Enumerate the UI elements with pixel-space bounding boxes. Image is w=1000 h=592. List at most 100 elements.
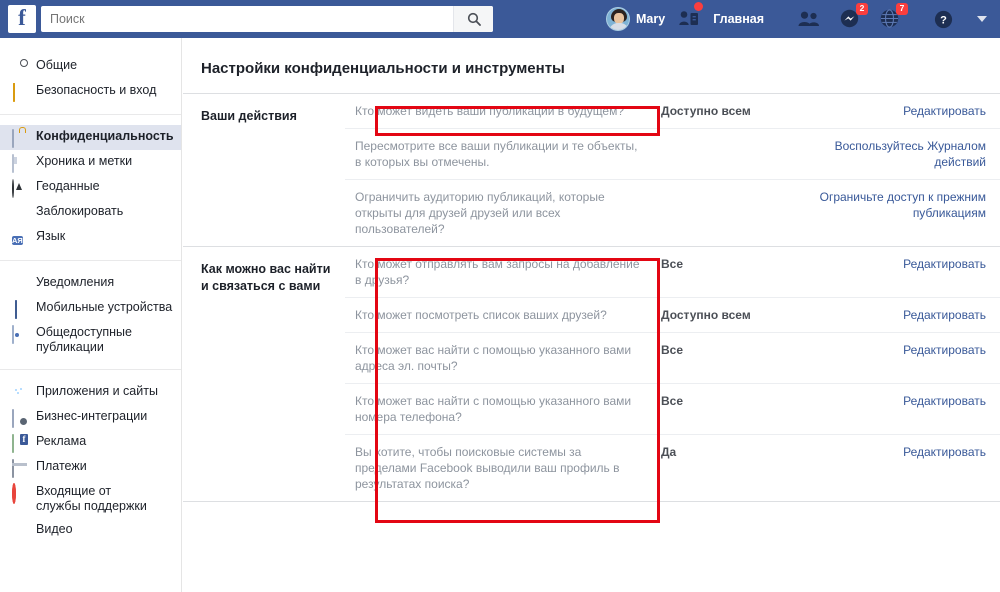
search-button[interactable] xyxy=(453,6,493,32)
sidebar-group-4: Приложения и сайты Бизнес-интеграции Рек… xyxy=(0,376,181,547)
sidebar-item-security[interactable]: Безопасность и вход xyxy=(0,79,181,104)
avatar xyxy=(606,7,630,31)
sidebar-item-apps[interactable]: Приложения и сайты xyxy=(0,380,181,405)
setting-question: Кто может отправлять вам запросы на доба… xyxy=(355,257,640,287)
sidebar-item-location[interactable]: Геоданные xyxy=(0,175,181,200)
settings-row[interactable]: Кто может видеть ваши публикации в будущ… xyxy=(345,94,1000,129)
shield-icon xyxy=(12,83,28,102)
sidebar-item-label: Общедоступные публикации xyxy=(36,325,132,354)
setting-value: Все xyxy=(661,394,684,408)
sidebar-item-ads[interactable]: Реклама xyxy=(0,430,181,455)
setting-value: Да xyxy=(661,445,677,459)
lock-icon xyxy=(12,129,28,148)
section-how-people-find-you: Как можно вас найти и связаться с вами К… xyxy=(183,246,1000,501)
friend-requests-badge-dot xyxy=(694,2,704,11)
sidebar-item-label: Безопасность и вход xyxy=(36,83,157,97)
sidebar-item-blocking[interactable]: Заблокировать xyxy=(0,200,181,225)
mobile-icon xyxy=(12,300,28,319)
edit-link[interactable]: Редактировать xyxy=(810,342,1000,358)
sidebar-item-label: Конфиденциальность xyxy=(36,129,174,143)
section-heading: Ваши действия xyxy=(201,109,297,123)
location-icon xyxy=(12,179,28,198)
edit-link[interactable]: Редактировать xyxy=(810,307,1000,323)
setting-question: Пересмотрите все ваши публикации и те об… xyxy=(355,139,638,169)
sidebar-item-label: Геоданные xyxy=(36,179,100,193)
rss-icon xyxy=(12,325,28,344)
sidebar-item-business[interactable]: Бизнес-интеграции xyxy=(0,405,181,430)
settings-row[interactable]: Кто может вас найти с помощью указанного… xyxy=(345,333,1000,384)
gear-icon xyxy=(12,59,28,75)
setting-question: Ограничить аудиторию публикаций, которые… xyxy=(355,190,605,236)
sidebar-item-label: Бизнес-интеграции xyxy=(36,409,148,423)
sidebar-item-label: Видео xyxy=(36,522,73,536)
sidebar-group-1: Общие Безопасность и вход xyxy=(0,50,181,108)
activity-log-link[interactable]: Воспользуйтесь Журналом действий xyxy=(810,138,1000,170)
friend-requests-icon xyxy=(679,11,699,25)
sidebar-item-privacy[interactable]: Конфиденциальность xyxy=(0,125,181,150)
settings-row[interactable]: Кто может посмотреть список ваших друзей… xyxy=(345,298,1000,333)
settings-row[interactable]: Пересмотрите все ваши публикации и те об… xyxy=(345,129,1000,180)
settings-row[interactable]: Кто может отправлять вам запросы на доба… xyxy=(345,247,1000,298)
section-your-activity: Ваши действия Кто может видеть ваши публ… xyxy=(183,93,1000,246)
help-button[interactable]: ? xyxy=(922,0,965,38)
sidebar-item-timeline[interactable]: Хроника и метки xyxy=(0,150,181,175)
facebook-logo[interactable]: f xyxy=(8,5,36,33)
notifications-button[interactable]: 7 xyxy=(870,0,910,38)
sidebar-item-label: Уведомления xyxy=(36,275,115,289)
sidebar-item-notifications[interactable]: Уведомления xyxy=(0,271,181,296)
edit-link[interactable]: Редактировать xyxy=(810,393,1000,409)
edit-link[interactable]: Редактировать xyxy=(810,103,1000,119)
ads-icon xyxy=(12,434,28,453)
sidebar-item-mobile[interactable]: Мобильные устройства xyxy=(0,296,181,321)
sidebar-item-label: Мобильные устройства xyxy=(36,300,173,314)
sidebar-item-support-inbox[interactable]: Входящие от службы поддержки xyxy=(0,480,181,518)
friends-icon xyxy=(798,11,820,26)
sidebar-item-label: Хроника и метки xyxy=(36,154,133,168)
edit-link[interactable]: Редактировать xyxy=(810,444,1000,460)
block-icon xyxy=(12,205,28,221)
setting-value: Доступно всем xyxy=(661,104,751,118)
home-label: Главная xyxy=(713,12,765,26)
settings-sidebar: Общие Безопасность и вход Конфиденциальн… xyxy=(0,38,182,592)
sidebar-item-language[interactable]: АЯ Язык xyxy=(0,225,181,250)
sidebar-item-label: Приложения и сайты xyxy=(36,384,158,398)
account-menu-button[interactable] xyxy=(965,0,999,38)
notifications-badge: 7 xyxy=(896,3,909,15)
setting-question: Кто может видеть ваши публикации в будущ… xyxy=(355,104,625,118)
settings-row[interactable]: Вы хотите, чтобы поисковые системы за пр… xyxy=(345,435,1000,501)
edit-link[interactable]: Редактировать xyxy=(810,256,1000,272)
friend-requests-button[interactable] xyxy=(671,0,707,38)
sidebar-item-label: Общие xyxy=(36,58,78,72)
sidebar-group-2: Конфиденциальность Хроника и метки Геода… xyxy=(0,121,181,254)
limit-past-posts-link[interactable]: Ограничьте доступ к прежним публикациям xyxy=(810,189,1000,221)
settings-row[interactable]: Кто может вас найти с помощью указанного… xyxy=(345,384,1000,435)
search-box[interactable] xyxy=(41,6,493,32)
setting-value: Доступно всем xyxy=(661,308,751,322)
setting-question: Вы хотите, чтобы поисковые системы за пр… xyxy=(355,445,620,491)
section-rows: Кто может видеть ваши публикации в будущ… xyxy=(345,94,1000,246)
sidebar-item-general[interactable]: Общие xyxy=(0,54,181,79)
top-nav-right-group: Mary Главная 2 7 ? xyxy=(600,0,999,38)
messenger-button[interactable]: 2 xyxy=(830,0,870,38)
friends-button[interactable] xyxy=(788,0,830,38)
sidebar-item-payments[interactable]: Платежи xyxy=(0,455,181,480)
page-title: Настройки конфиденциальности и инструмен… xyxy=(201,60,565,77)
profile-link[interactable]: Mary xyxy=(600,0,671,38)
top-navigation-bar: f Mary Главная xyxy=(0,0,1000,38)
sidebar-item-label: Заблокировать xyxy=(36,204,124,218)
sidebar-item-public-posts[interactable]: Общедоступные публикации xyxy=(0,321,181,359)
main-content: Настройки конфиденциальности и инструмен… xyxy=(183,38,1000,592)
video-icon xyxy=(12,523,28,539)
svg-text:?: ? xyxy=(940,14,947,26)
search-input[interactable] xyxy=(41,6,453,32)
sidebar-item-label: Платежи xyxy=(36,459,87,473)
help-question-icon: ? xyxy=(934,10,953,28)
payments-icon xyxy=(12,459,28,478)
sidebar-item-videos[interactable]: Видео xyxy=(0,518,181,543)
setting-question: Кто может вас найти с помощью указанного… xyxy=(355,394,632,424)
home-link[interactable]: Главная xyxy=(707,0,770,38)
settings-row[interactable]: Ограничить аудиторию публикаций, которые… xyxy=(345,180,1000,246)
business-icon xyxy=(12,409,28,428)
sidebar-item-label: Реклама xyxy=(36,434,87,448)
sidebar-divider xyxy=(0,369,181,370)
